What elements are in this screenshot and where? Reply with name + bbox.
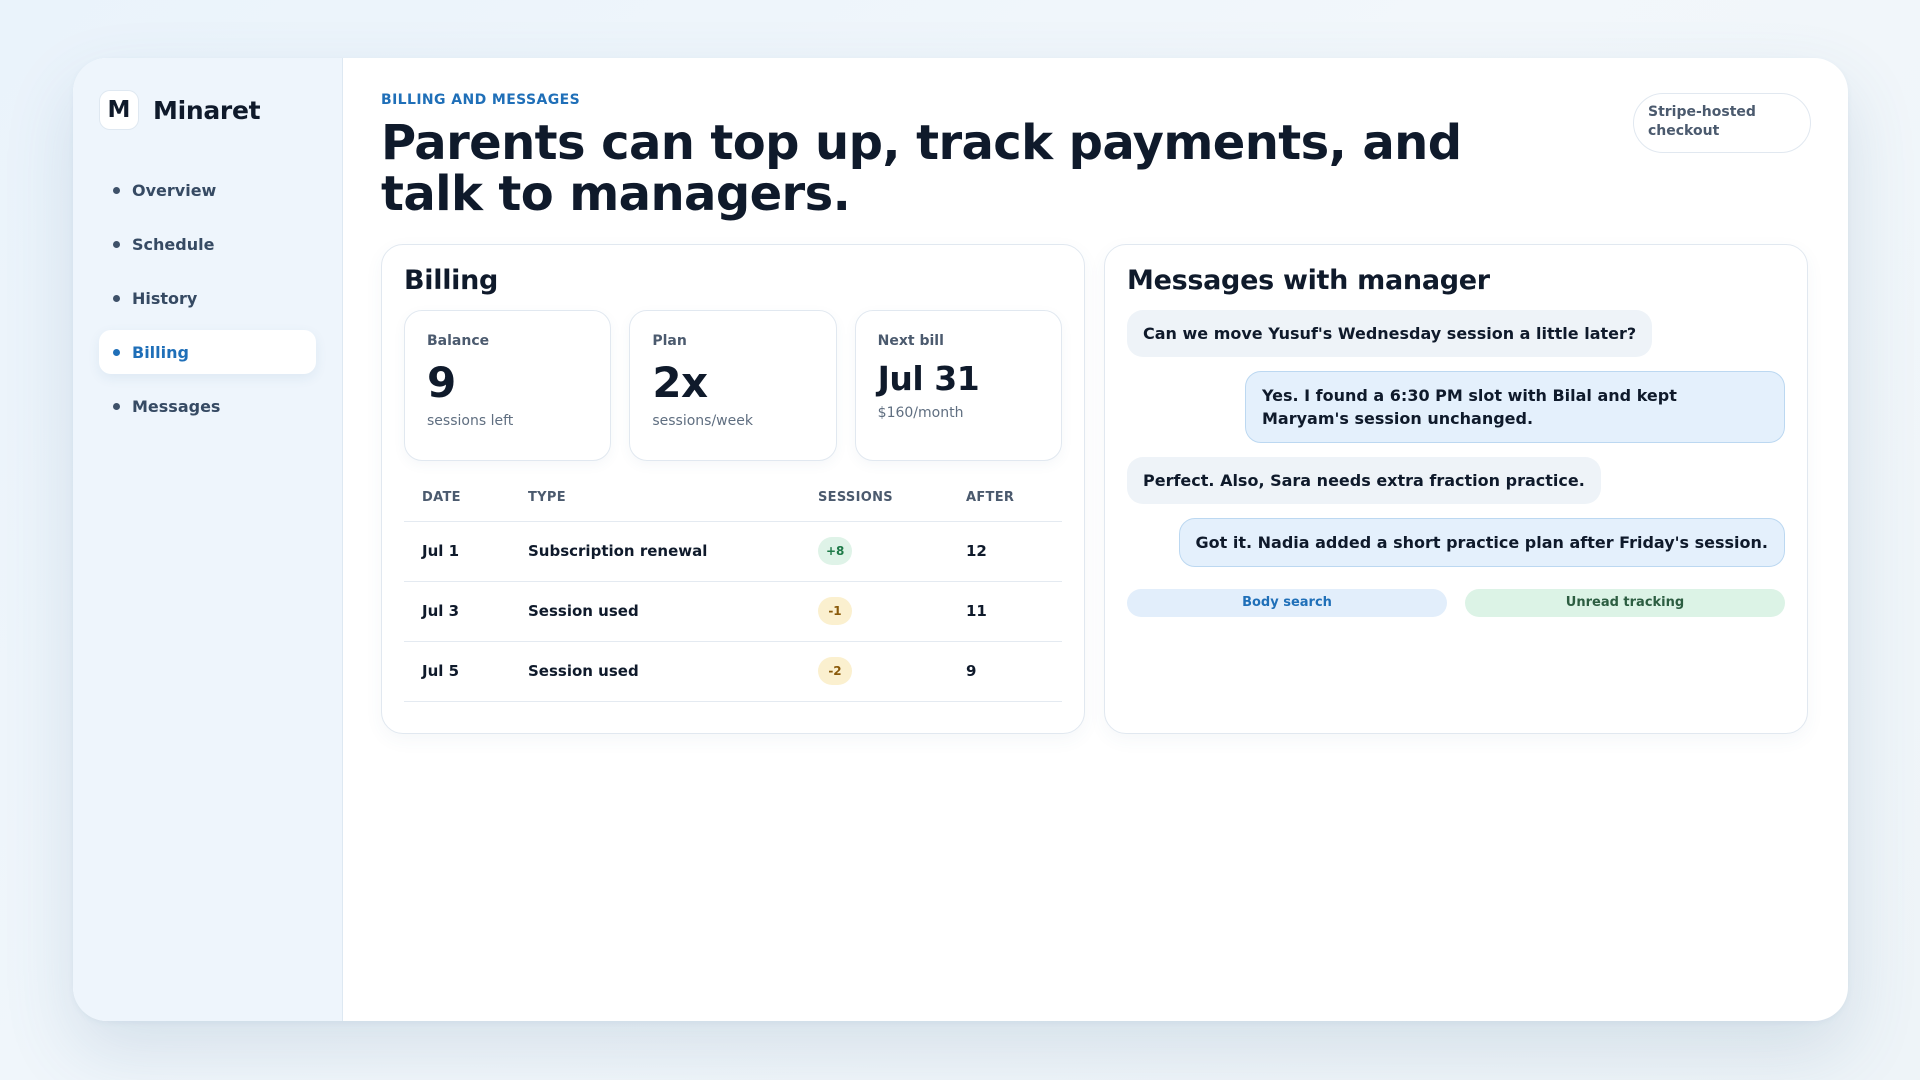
table-row: Jul 5 Session used -2 9 <box>404 641 1062 702</box>
message-incoming: Can we move Yusuf's Wednesday session a … <box>1127 310 1653 357</box>
bullet-icon <box>113 240 120 248</box>
message-incoming: Perfect. Also, Sara needs extra fraction… <box>1127 457 1601 504</box>
sidebar-item-overview[interactable]: Overview <box>99 168 316 212</box>
cards-row: Billing Balance 9 sessions left Plan 2x … <box>381 244 1810 734</box>
stat-plan: Plan 2x sessions/week <box>629 310 837 461</box>
sidebar-item-label: History <box>132 288 198 308</box>
stat-balance: Balance 9 sessions left <box>404 310 612 461</box>
stat-next-bill: Next bill Jul 31 $160/month <box>854 310 1062 461</box>
column-header-date: DATE <box>404 475 510 522</box>
cell-type: Session used <box>510 581 800 642</box>
stat-sub: sessions/week <box>652 413 753 429</box>
cell-date: Jul 1 <box>404 521 510 582</box>
billing-title: Billing <box>404 265 499 296</box>
stat-value: 2x <box>652 358 708 407</box>
bullet-icon <box>113 186 120 194</box>
billing-ledger-table: DATE TYPE SESSIONS AFTER Jul 1 Subscript… <box>404 475 1062 702</box>
sidebar-item-billing[interactable]: Billing <box>99 330 316 374</box>
sessions-delta-badge: -2 <box>818 657 852 685</box>
cell-date: Jul 3 <box>404 581 510 642</box>
billing-stats: Balance 9 sessions left Plan 2x sessions… <box>404 310 1062 461</box>
sidebar-item-label: Overview <box>132 180 217 200</box>
checkout-badge: Stripe-hosted checkout <box>1633 93 1811 153</box>
sessions-delta-badge: -1 <box>818 597 852 625</box>
column-header-after: AFTER <box>948 475 1062 522</box>
stat-sub: $160/month <box>877 405 964 421</box>
sidebar-item-label: Messages <box>132 396 221 416</box>
sidebar: M Minaret Overview Schedule History Bill… <box>73 58 343 1021</box>
table-row: Jul 3 Session used -1 11 <box>404 581 1062 642</box>
sidebar-item-label: Billing <box>132 342 189 362</box>
brand-name: Minaret <box>153 95 261 125</box>
table-header-row: DATE TYPE SESSIONS AFTER <box>404 475 1062 522</box>
cell-after: 12 <box>948 521 1062 582</box>
bullet-icon <box>113 348 120 356</box>
body-search-tag[interactable]: Body search <box>1127 589 1447 617</box>
section-eyebrow: BILLING AND MESSAGES <box>381 92 581 108</box>
sidebar-nav: Overview Schedule History Billing Messag… <box>99 168 316 428</box>
brand-logo: M <box>99 90 139 130</box>
stat-label: Plan <box>652 333 687 349</box>
sidebar-item-messages[interactable]: Messages <box>99 384 316 428</box>
sidebar-item-label: Schedule <box>132 234 215 254</box>
cell-sessions: -1 <box>800 581 948 642</box>
cell-date: Jul 5 <box>404 641 510 702</box>
feature-tags: Body search Unread tracking <box>1127 589 1785 617</box>
bullet-icon <box>113 294 120 302</box>
cell-after: 9 <box>948 641 1062 702</box>
unread-tracking-tag[interactable]: Unread tracking <box>1465 589 1785 617</box>
stat-value: Jul 31 <box>877 359 980 398</box>
cell-sessions: -2 <box>800 641 948 702</box>
page-title: Parents can top up, track payments, and … <box>381 115 1462 222</box>
sidebar-item-history[interactable]: History <box>99 276 316 320</box>
message-outgoing: Got it. Nadia added a short practice pla… <box>1178 518 1785 567</box>
cell-type: Session used <box>510 641 800 702</box>
sidebar-item-schedule[interactable]: Schedule <box>99 222 316 266</box>
sessions-delta-badge: +8 <box>818 537 853 565</box>
column-header-type: TYPE <box>510 475 800 522</box>
billing-card: Billing Balance 9 sessions left Plan 2x … <box>381 244 1085 734</box>
message-thread: Can we move Yusuf's Wednesday session a … <box>1127 310 1785 581</box>
cell-sessions: +8 <box>800 521 948 582</box>
brand[interactable]: M Minaret <box>99 90 316 130</box>
cell-type: Subscription renewal <box>510 521 800 582</box>
message-outgoing: Yes. I found a 6:30 PM slot with Bilal a… <box>1245 371 1785 443</box>
stat-sub: sessions left <box>427 413 514 429</box>
messages-card: Messages with manager Can we move Yusuf'… <box>1104 244 1808 734</box>
app-window: M Minaret Overview Schedule History Bill… <box>73 58 1848 1021</box>
messages-title: Messages with manager <box>1127 265 1490 296</box>
stat-label: Balance <box>427 333 490 349</box>
main-content: BILLING AND MESSAGES Parents can top up,… <box>343 58 1848 1021</box>
table-row: Jul 1 Subscription renewal +8 12 <box>404 521 1062 582</box>
stat-label: Next bill <box>877 333 944 349</box>
bullet-icon <box>113 402 120 410</box>
column-header-sessions: SESSIONS <box>800 475 948 522</box>
cell-after: 11 <box>948 581 1062 642</box>
stat-value: 9 <box>427 358 456 407</box>
